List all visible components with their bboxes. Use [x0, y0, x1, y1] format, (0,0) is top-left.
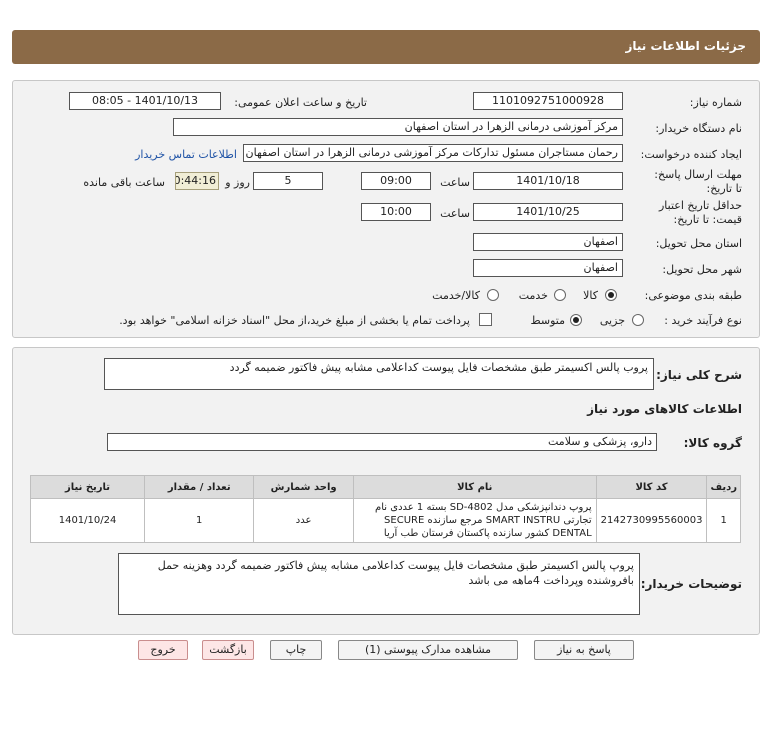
buyer-label: نام دستگاه خریدار: — [655, 122, 742, 135]
category-option-goods: کالا — [583, 289, 598, 302]
cell-unit: عدد — [253, 498, 354, 543]
announce-field[interactable]: 1401/10/13 - 08:05 — [69, 92, 221, 110]
goods-section-title: اطلاعات کالاهای مورد نیاز — [587, 402, 742, 416]
cell-row: 1 — [706, 498, 741, 543]
treasury-payment-note: پرداخت تمام یا بخشی از مبلغ خرید،از محل … — [119, 314, 470, 327]
deadline-time-field[interactable]: 09:00 — [361, 172, 431, 190]
deadline-label: مهلت ارسال پاسخ: تا تاریخ: — [654, 168, 742, 195]
category-radio-goods[interactable] — [605, 289, 617, 301]
process-radio-minor[interactable] — [632, 314, 644, 326]
process-option-medium: متوسط — [530, 314, 565, 327]
creator-label: ایجاد کننده درخواست: — [640, 148, 742, 161]
page-title: جزئیات اطلاعات نیاز — [625, 39, 746, 53]
back-button[interactable]: بازگشت — [202, 640, 254, 660]
city-label: شهر محل تحویل: — [662, 263, 742, 276]
city-field[interactable]: اصفهان — [473, 259, 623, 277]
buyer-notes-text: پروپ پالس اکسیمتر طبق مشخصات فایل پیوست … — [157, 559, 634, 587]
exit-button[interactable]: خروج — [138, 640, 188, 660]
table-row[interactable]: 1 2142730995560003 پروپ دندانپزشکی مدل S… — [29, 498, 741, 543]
page-header: جزئیات اطلاعات نیاز — [12, 30, 760, 64]
reply-button[interactable]: پاسخ به نیاز — [534, 640, 634, 660]
description-box: پروب پالس اکسیمتر طبق مشخصات فایل پیوست … — [104, 358, 654, 390]
cell-name: پروپ دندانپزشکی مدل SD-4802 بسته 1 عددی … — [352, 498, 597, 543]
buyer-field[interactable]: مرکز آموزشی درمانی الزهرا در استان اصفها… — [173, 118, 623, 136]
category-option-service: خدمت — [518, 289, 548, 302]
buyer-notes-label: توضیحات خریدار: — [640, 577, 742, 591]
treasury-payment-checkbox[interactable] — [479, 313, 492, 326]
remaining-time-field: 00:44:16 — [175, 172, 219, 190]
days-field[interactable]: 5 — [253, 172, 323, 190]
announce-label: تاریخ و ساعت اعلان عمومی: — [234, 96, 367, 109]
col-name: نام کالا — [352, 475, 597, 499]
category-label: طبقه بندی موضوعی: — [644, 289, 742, 302]
validity-time-label: ساعت — [440, 207, 470, 220]
deadline-time-label: ساعت — [440, 176, 470, 189]
cell-code: 2142730995560003 — [595, 498, 708, 543]
col-qty: تعداد / مقدار — [144, 475, 255, 499]
print-button[interactable]: چاپ — [270, 640, 322, 660]
cell-qty: 1 — [144, 498, 255, 543]
validity-date-field[interactable]: 1401/10/25 — [473, 203, 623, 221]
description-text: پروب پالس اکسیمتر طبق مشخصات فایل پیوست … — [229, 361, 648, 374]
col-code: کد کالا — [595, 475, 708, 499]
category-radio-service[interactable] — [554, 289, 566, 301]
province-field[interactable]: اصفهان — [473, 233, 623, 251]
need-number-label: شماره نیاز: — [689, 96, 742, 109]
days-label: روز و — [225, 176, 250, 189]
buyer-notes-box: پروپ پالس اکسیمتر طبق مشخصات فایل پیوست … — [118, 553, 640, 615]
buyer-contact-link[interactable]: اطلاعات تماس خریدار — [135, 148, 237, 161]
validity-label: حداقل تاریخ اعتبار قیمت: تا تاریخ: — [658, 199, 742, 226]
category-option-both: کالا/خدمت — [432, 289, 480, 302]
deadline-date-field[interactable]: 1401/10/18 — [473, 172, 623, 190]
goods-group-label: گروه کالا: — [683, 436, 742, 450]
col-date: تاریخ نیاز — [29, 475, 146, 499]
process-option-minor: جزیی — [599, 314, 625, 327]
need-number-field[interactable]: 1101092751000928 — [473, 92, 623, 110]
goods-group-field[interactable]: دارو، پزشکی و سلامت — [107, 433, 657, 451]
goods-table: ردیف کد کالا نام کالا واحد شمارش تعداد /… — [29, 475, 741, 543]
cell-date: 1401/10/24 — [29, 498, 146, 543]
province-label: استان محل تحویل: — [655, 237, 742, 250]
col-row: ردیف — [706, 475, 741, 499]
remaining-label: ساعت باقی مانده — [83, 176, 165, 189]
category-radio-both[interactable] — [487, 289, 499, 301]
validity-time-field[interactable]: 10:00 — [361, 203, 431, 221]
process-label: نوع فرآیند خرید : — [664, 314, 742, 327]
description-label: شرح کلی نیاز: — [656, 368, 742, 382]
process-radio-medium[interactable] — [570, 314, 582, 326]
col-unit: واحد شمارش — [253, 475, 354, 499]
attachments-button[interactable]: مشاهده مدارک پیوستی (1) — [338, 640, 518, 660]
creator-field[interactable]: رحمان مستاجران مسئول تدارکات مرکز آموزشی… — [243, 144, 623, 162]
